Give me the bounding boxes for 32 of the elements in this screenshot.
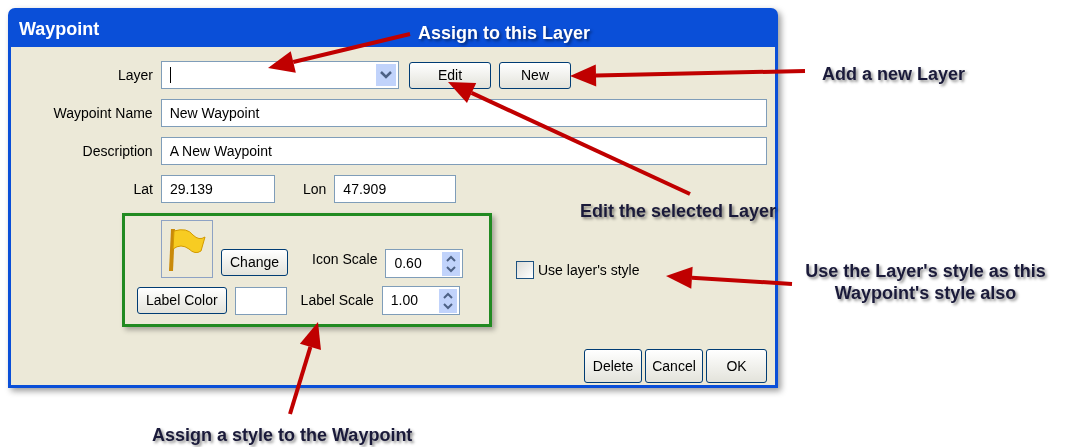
checkbox[interactable]	[516, 261, 534, 279]
callout-text: Assign to this Layer	[418, 22, 591, 45]
text-field[interactable]: New Waypoint	[160, 99, 767, 127]
layer-dropdown[interactable]	[161, 61, 399, 89]
window-title: Waypoint	[19, 17, 100, 41]
field-label: Description	[82, 141, 153, 161]
checkbox-label: Use layer's style	[538, 260, 640, 280]
change-button[interactable]: Change	[221, 249, 289, 276]
text-cursor-icon	[170, 67, 171, 83]
spinner-arrows-icon[interactable]	[438, 288, 457, 313]
field-label: Icon Scale	[312, 250, 378, 269]
edit-button[interactable]: Edit	[409, 61, 491, 89]
spinner-field[interactable]: 0.60	[385, 249, 464, 278]
callout-text: Use the Layer's style as this Waypoint's style also	[804, 260, 1047, 304]
field-label: Layer	[117, 65, 153, 85]
dialog-button[interactable]: OK	[706, 349, 767, 383]
label-color-button[interactable]: Label Color	[137, 287, 227, 314]
dialog-button[interactable]: Delete	[584, 349, 642, 383]
new-button[interactable]: New	[499, 61, 571, 89]
spinner-arrows-icon[interactable]	[442, 251, 461, 276]
latitude-field[interactable]: 29.139	[161, 175, 275, 203]
field-label: Label Scale	[300, 291, 374, 310]
callout-text: Assign a style to the Waypoint	[152, 424, 413, 447]
field-label: Lon	[303, 179, 327, 199]
callout-text: Add a new Layer	[822, 63, 966, 86]
text-field[interactable]: A New Waypoint	[160, 137, 767, 165]
dialog-button[interactable]: Cancel	[645, 349, 703, 383]
field-label: Waypoint Name	[53, 103, 153, 123]
field-label: Lat	[133, 179, 153, 199]
longitude-field[interactable]: 47.909	[334, 175, 457, 203]
color-swatch[interactable]	[234, 286, 287, 315]
spinner-field[interactable]: 1.00	[381, 286, 460, 315]
